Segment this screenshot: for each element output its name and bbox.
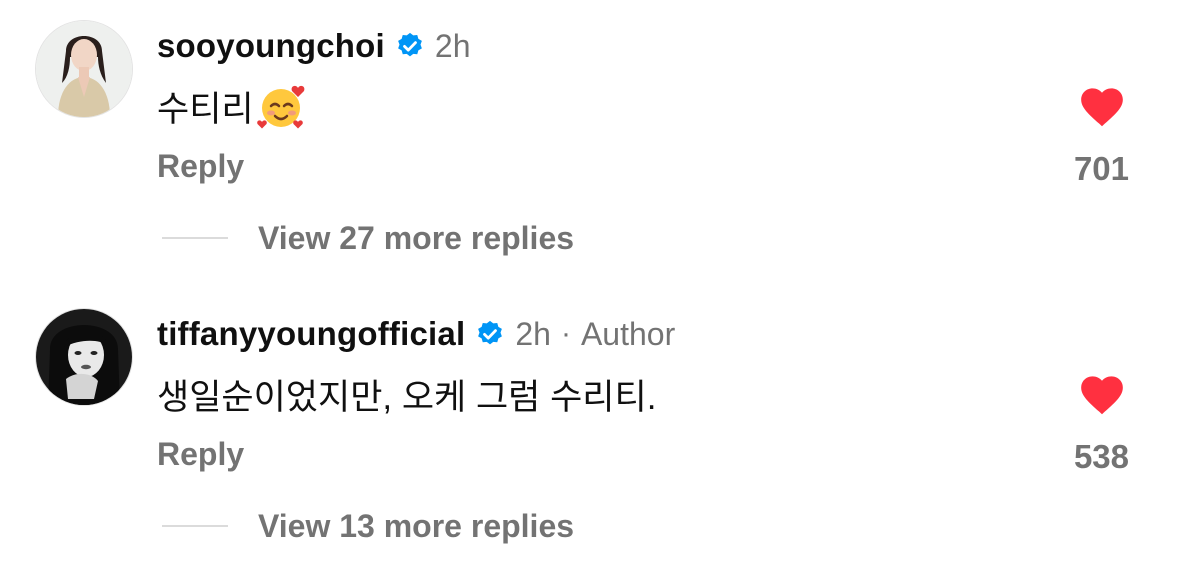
user-avatar-photo-icon	[36, 309, 132, 405]
verified-badge-icon	[395, 31, 425, 61]
reply-button[interactable]: Reply	[157, 436, 244, 473]
smiling-face-with-hearts-icon	[254, 78, 310, 134]
avatar[interactable]	[36, 309, 132, 405]
reply-button[interactable]: Reply	[157, 148, 244, 185]
username[interactable]: sooyoungchoi	[157, 27, 385, 65]
view-more-replies-button[interactable]: View 13 more replies	[162, 502, 574, 550]
heart-icon[interactable]	[1077, 82, 1127, 128]
author-label: Author	[580, 315, 676, 352]
view-more-replies-button[interactable]: View 27 more replies	[162, 214, 574, 262]
comment-header: tiffanyyoungofficial 2h · Author	[157, 314, 675, 354]
divider-line	[162, 237, 228, 239]
user-avatar-photo-icon	[36, 21, 132, 117]
comment-header: sooyoungchoi 2h	[157, 26, 470, 66]
comment-text-content: 수티리	[157, 89, 254, 129]
verified-badge-icon	[475, 319, 505, 349]
avatar[interactable]	[36, 21, 132, 117]
comment-text: 생일순이었지만, 오케 그럼 수리티.	[157, 366, 656, 422]
divider-line	[162, 525, 228, 527]
heart-icon[interactable]	[1077, 370, 1127, 416]
view-more-replies-label: View 27 more replies	[258, 219, 575, 256]
like-control: 701	[1049, 78, 1139, 198]
timestamp: 2h	[434, 27, 471, 64]
separator-dot: ·	[560, 317, 571, 350]
like-count: 701	[1073, 150, 1129, 187]
like-count: 538	[1073, 438, 1129, 475]
comment-text-content: 생일순이었지만, 오케 그럼 수리티.	[157, 377, 657, 417]
timestamp: 2h	[515, 315, 551, 352]
like-control: 538	[1049, 366, 1139, 486]
username[interactable]: tiffanyyoungofficial	[157, 315, 465, 353]
comment-text: 수티리	[157, 78, 310, 134]
view-more-replies-label: View 13 more replies	[258, 507, 575, 544]
